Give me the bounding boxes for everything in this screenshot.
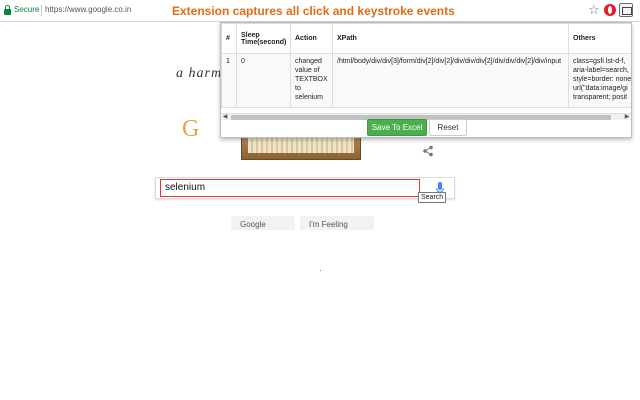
- cell-sleep: 0: [236, 53, 291, 108]
- lock-icon: [4, 5, 11, 15]
- secure-label: Secure: [14, 5, 40, 14]
- column-header-index: #: [221, 23, 237, 54]
- url-text[interactable]: https://www.google.co.in: [45, 5, 131, 14]
- column-header-action: Action: [290, 23, 333, 54]
- doodle-text: a harm: [176, 66, 223, 81]
- share-icon[interactable]: [422, 145, 434, 157]
- column-header-sleep: Sleep Time(second): [236, 23, 291, 54]
- scroll-right-arrow-icon[interactable]: ▶: [623, 114, 631, 121]
- reset-button[interactable]: Reset: [429, 119, 467, 136]
- extension-popup: # Sleep Time(second) Action XPath Others…: [220, 22, 632, 138]
- search-input-value: selenium: [165, 182, 206, 193]
- column-header-xpath: XPath: [332, 23, 569, 54]
- cell-action: changed value of TEXTBOX to selenium: [290, 53, 333, 108]
- search-tooltip: Search: [418, 192, 447, 203]
- page-dot: [320, 270, 321, 271]
- feeling-lucky-button[interactable]: I'm Feeling Lucky: [300, 216, 374, 230]
- extension-banner: Extension captures all click and keystro…: [172, 4, 455, 18]
- save-to-excel-button[interactable]: Save To Excel: [367, 119, 427, 136]
- event-log-table: # Sleep Time(second) Action XPath Others…: [221, 23, 631, 108]
- table-row: 1 0 changed value of TEXTBOX to selenium…: [221, 53, 631, 108]
- star-icon[interactable]: ☆: [588, 2, 600, 18]
- table-header-row: # Sleep Time(second) Action XPath Others: [221, 23, 631, 54]
- opera-icon[interactable]: [604, 4, 616, 16]
- google-search-button[interactable]: Google Search: [231, 216, 295, 230]
- cell-index: 1: [221, 53, 237, 108]
- column-header-others: Others: [568, 23, 631, 54]
- divider: [41, 5, 42, 16]
- address-bar[interactable]: Secure https://www.google.co.in Extensio…: [0, 0, 640, 22]
- extension-icon[interactable]: [619, 3, 633, 17]
- scroll-left-arrow-icon[interactable]: ◀: [221, 114, 229, 121]
- cell-xpath: /html/body/div/div[3]/form/div[2]/div[2]…: [332, 53, 569, 108]
- cell-others: class=gsfi lst-d-f, aria-label=search, s…: [568, 53, 631, 108]
- search-input[interactable]: selenium: [160, 179, 420, 197]
